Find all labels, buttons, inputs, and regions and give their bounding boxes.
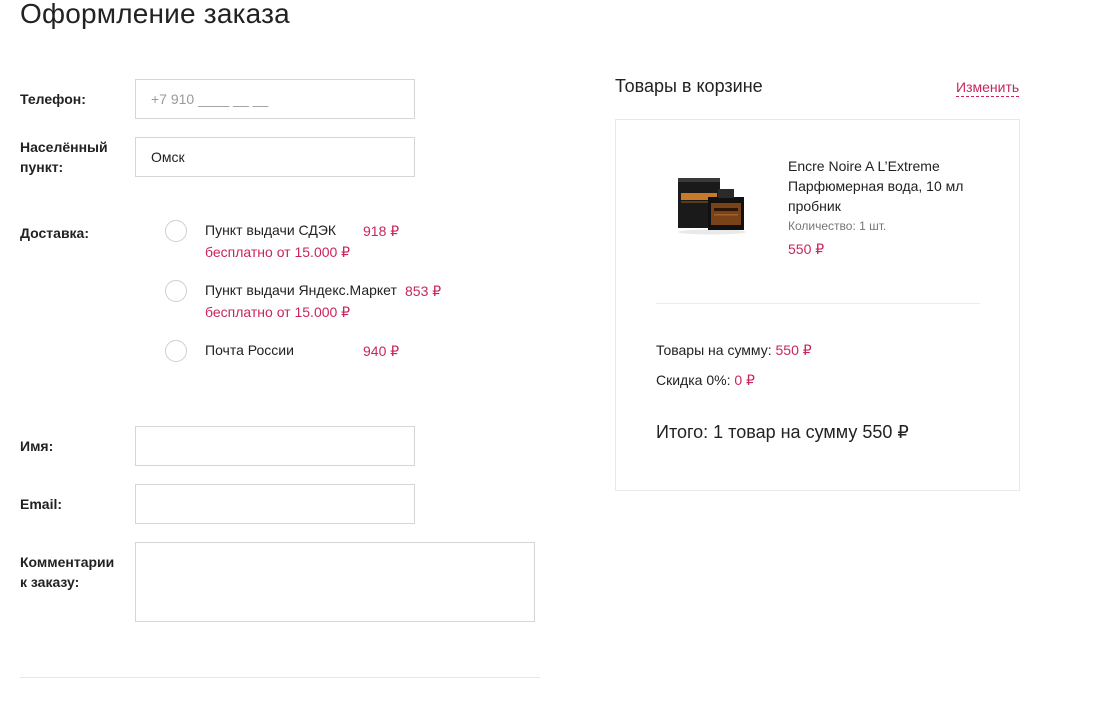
discount-value: 0 ₽: [734, 372, 755, 388]
product-name[interactable]: Encre Noire A L’Extreme Парфюмерная вода…: [788, 156, 998, 216]
checkout-page: Оформление заказа Телефон: Населённый пу…: [0, 0, 1097, 708]
city-label: Населённый пункт:: [20, 139, 108, 175]
comment-label: Комментарии к заказу:: [20, 554, 115, 590]
delivery-option-price: 853 ₽: [405, 283, 442, 299]
phone-label: Телефон:: [20, 91, 86, 107]
subtotal-value: 550 ₽: [775, 342, 812, 358]
discount-line: Скидка 0%: 0 ₽: [656, 371, 755, 389]
delivery-option-name: Пункт выдачи Яндекс.Маркет: [205, 282, 397, 298]
phone-input[interactable]: [135, 79, 415, 119]
discount-label: Скидка 0%:: [656, 372, 731, 388]
email-input[interactable]: [135, 484, 415, 524]
delivery-option-yandex[interactable]: Пункт выдачи Яндекс.Маркет 853 ₽ бесплат…: [165, 280, 441, 324]
delivery-option-note: бесплатно от 15.000 ₽: [205, 304, 351, 320]
cart-title: Товары в корзине: [615, 76, 763, 96]
subtotal-line: Товары на сумму: 550 ₽: [656, 341, 812, 359]
name-input[interactable]: [135, 426, 415, 466]
comment-textarea[interactable]: [135, 542, 535, 622]
delivery-radio-cdek[interactable]: [165, 220, 187, 242]
cart-edit-link[interactable]: Изменить: [956, 78, 1020, 97]
delivery-option-name: Пункт выдачи СДЭК: [205, 222, 337, 238]
delivery-option-price: 940 ₽: [363, 343, 400, 359]
cart-divider: [656, 303, 980, 304]
product-quantity: Количество: 1 шт.: [788, 219, 887, 233]
delivery-radio-yandex[interactable]: [165, 280, 187, 302]
delivery-label: Доставка:: [20, 225, 90, 241]
name-label: Имя:: [20, 438, 54, 454]
page-title: Оформление заказа: [20, 0, 290, 29]
form-divider: [20, 677, 540, 678]
delivery-option-name: Почта России: [205, 342, 294, 358]
email-label: Email:: [20, 496, 63, 512]
delivery-radio-post[interactable]: [165, 340, 187, 362]
product-price: 550 ₽: [788, 241, 825, 257]
delivery-option-cdek[interactable]: Пункт выдачи СДЭК 918 ₽ бесплатно от 15.…: [165, 220, 425, 264]
delivery-option-price: 918 ₽: [363, 223, 400, 239]
city-input[interactable]: [135, 137, 415, 177]
subtotal-label: Товары на сумму:: [656, 342, 772, 358]
delivery-option-note: бесплатно от 15.000 ₽: [205, 244, 351, 260]
order-total: Итого: 1 товар на сумму 550 ₽: [656, 422, 909, 442]
delivery-option-post[interactable]: Почта России 940 ₽: [165, 340, 425, 384]
product-image[interactable]: [674, 175, 749, 235]
cart-summary: Encre Noire A L’Extreme Парфюмерная вода…: [615, 119, 1020, 491]
